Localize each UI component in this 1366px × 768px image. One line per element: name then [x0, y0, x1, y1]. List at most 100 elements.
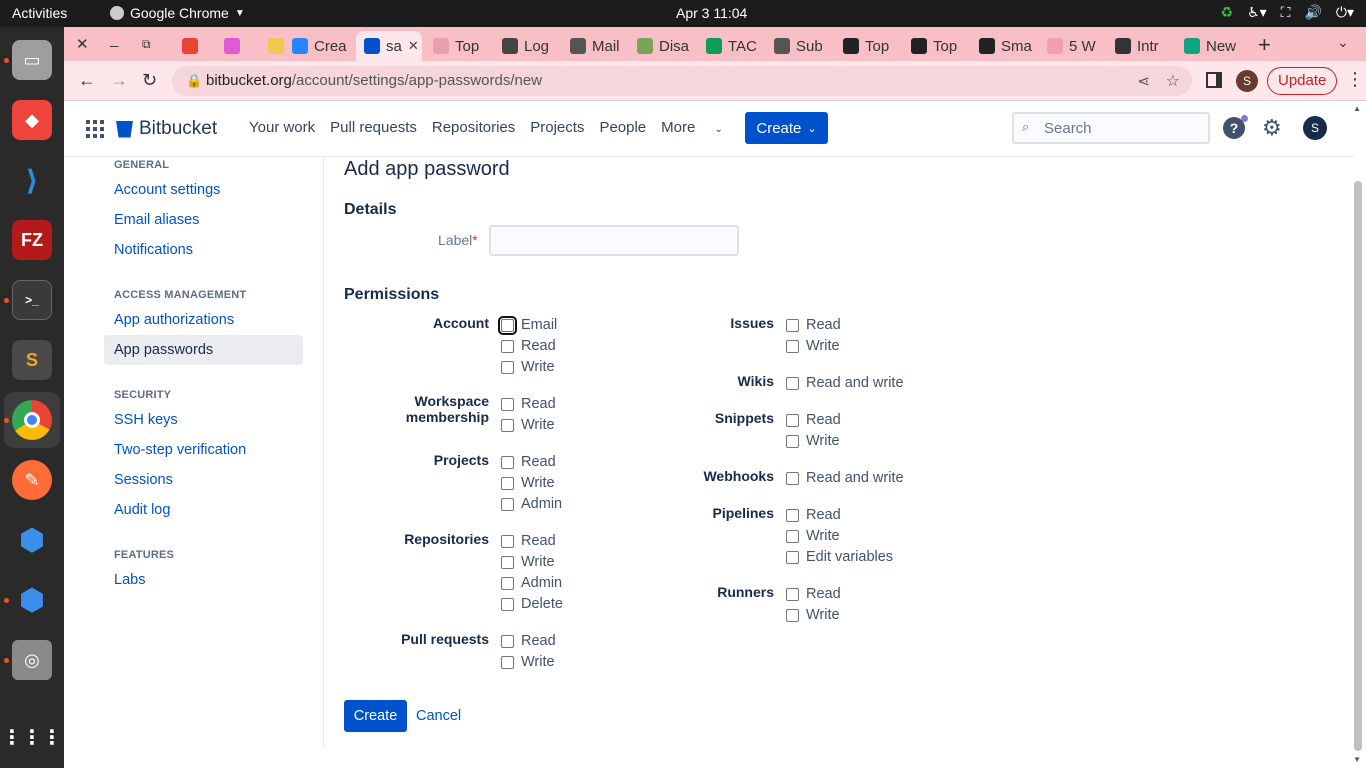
toolbox-2-icon[interactable]: ⬢ [12, 580, 52, 620]
sidebar-item-labs[interactable]: Labs [114, 572, 145, 588]
clock[interactable]: Apr 3 11:04 [676, 5, 747, 21]
bookmark-star-icon[interactable]: ☆ [1166, 71, 1180, 91]
checkbox-pipelines-read[interactable]: Read [786, 507, 841, 523]
browser-tab[interactable]: Sma [971, 31, 1037, 61]
sidebar-item-ssh-keys[interactable]: SSH keys [114, 412, 178, 428]
checkbox-pipelines-edit-variables[interactable]: Edit variables [786, 549, 893, 565]
checkbox-box[interactable] [786, 508, 799, 522]
browser-tab[interactable] [216, 31, 252, 61]
checkbox-box[interactable] [786, 550, 799, 564]
sidebar-item-app-passwords[interactable]: App passwords [104, 335, 303, 365]
checkbox-box[interactable] [501, 555, 514, 569]
browser-tab[interactable]: TAC [698, 31, 764, 61]
sidebar-item-audit-log[interactable]: Audit log [114, 502, 170, 518]
browser-tab[interactable]: Disa [629, 31, 695, 61]
checkbox-box[interactable] [786, 608, 799, 622]
checkbox-snippets-read[interactable]: Read [786, 412, 841, 428]
vscode-icon[interactable]: ⟩ [12, 160, 52, 200]
update-button[interactable]: Update [1267, 67, 1338, 95]
checkbox-box[interactable] [786, 587, 799, 601]
checkbox-box[interactable] [501, 476, 514, 490]
nav-pull-requests[interactable]: Pull requests [330, 119, 417, 136]
app-grid-icon[interactable]: ⋮⋮⋮ [2, 717, 62, 757]
browser-tab[interactable]: Top [425, 31, 491, 61]
sidebar-item-email-aliases[interactable]: Email aliases [114, 212, 199, 228]
search-input[interactable]: ⌕ Search [1012, 112, 1210, 144]
minimize-window-icon[interactable]: _ [110, 31, 118, 48]
checkbox-wikis-read-and-write[interactable]: Read and write [786, 375, 904, 391]
sidebar-item-account-settings[interactable]: Account settings [114, 182, 220, 198]
scroll-up-arrow-icon[interactable]: ▲ [1353, 104, 1361, 113]
sublime-text-icon[interactable]: S [12, 340, 52, 380]
tab-close-icon[interactable]: ✕ [408, 38, 419, 54]
sidebar-item-notifications[interactable]: Notifications [114, 242, 193, 258]
checkbox-issues-read[interactable]: Read [786, 317, 841, 333]
lock-icon[interactable]: 🔒 [186, 73, 202, 89]
page-scrollbar[interactable] [1354, 181, 1362, 751]
checkbox-account-read[interactable]: Read [501, 338, 556, 354]
toolbox-icon[interactable]: ⬢ [12, 520, 52, 560]
checkbox-account-email[interactable]: Email [498, 315, 557, 335]
create-menu-button[interactable]: Create ⌄ [745, 112, 828, 144]
checkbox-pipelines-write[interactable]: Write [786, 528, 840, 544]
new-tab-icon[interactable]: + [1258, 32, 1271, 58]
checkbox-workspace-write[interactable]: Write [501, 417, 555, 433]
reload-icon[interactable]: ↻ [142, 70, 157, 91]
checkbox-box[interactable] [501, 576, 514, 590]
checkbox-webhooks-read-and-write[interactable]: Read and write [786, 470, 904, 486]
checkbox-workspace-read[interactable]: Read [501, 396, 556, 412]
checkbox-pull-requests-write[interactable]: Write [501, 654, 555, 670]
checkbox-box[interactable] [501, 534, 514, 548]
checkbox-box[interactable] [501, 597, 514, 611]
checkbox-pull-requests-read[interactable]: Read [501, 633, 556, 649]
checkbox-box[interactable] [786, 471, 799, 485]
label-input[interactable] [489, 225, 739, 256]
nav-projects[interactable]: Projects [530, 119, 584, 136]
checkbox-box[interactable] [501, 634, 514, 648]
checkbox-runners-read[interactable]: Read [786, 586, 841, 602]
browser-tab[interactable] [174, 31, 210, 61]
activities-button[interactable]: Activities [12, 5, 67, 21]
checkbox-runners-write[interactable]: Write [786, 607, 840, 623]
checkbox-box[interactable] [501, 397, 514, 411]
nav-repositories[interactable]: Repositories [432, 119, 515, 136]
scroll-down-arrow-icon[interactable]: ▼ [1353, 755, 1361, 764]
chrome-icon[interactable] [12, 400, 52, 440]
browser-tab[interactable]: Top [835, 31, 901, 61]
app-switcher-icon[interactable] [86, 120, 104, 138]
checkbox-box[interactable] [501, 360, 514, 374]
close-window-icon[interactable]: ✕ [76, 35, 89, 53]
checkbox-box[interactable] [501, 497, 514, 511]
browser-tab[interactable]: Log [494, 31, 560, 61]
checkbox-box[interactable] [498, 315, 517, 335]
url-text[interactable]: bitbucket.org/account/settings/app-passw… [206, 72, 542, 89]
checkbox-box[interactable] [786, 318, 799, 332]
tab-search-chevron-icon[interactable]: ⌄ [1337, 34, 1349, 51]
sidebar-item-sessions[interactable]: Sessions [114, 472, 173, 488]
profile-avatar[interactable]: S [1236, 70, 1258, 92]
browser-tab[interactable]: 5 W [1039, 31, 1105, 61]
files-icon[interactable]: ▭ [12, 40, 52, 80]
disks-icon[interactable]: ◎ [12, 640, 52, 680]
checkbox-box[interactable] [501, 655, 514, 669]
checkbox-snippets-write[interactable]: Write [786, 433, 840, 449]
forward-arrow-icon[interactable]: → [110, 70, 128, 91]
postman-icon[interactable]: ✎ [12, 460, 52, 500]
sidebar-item-two-step[interactable]: Two-step verification [114, 442, 246, 458]
browser-menu-icon[interactable]: ⋮ [1346, 69, 1364, 90]
filezilla-icon[interactable]: FZ [12, 220, 52, 260]
nav-people[interactable]: People [599, 119, 646, 136]
checkbox-issues-write[interactable]: Write [786, 338, 840, 354]
checkbox-projects-write[interactable]: Write [501, 475, 555, 491]
cancel-button[interactable]: Cancel [416, 708, 461, 724]
checkbox-box[interactable] [501, 418, 514, 432]
checkbox-repositories-write[interactable]: Write [501, 554, 555, 570]
checkbox-projects-read[interactable]: Read [501, 454, 556, 470]
browser-tab[interactable]: Mail [562, 31, 628, 61]
user-avatar[interactable]: S [1303, 116, 1327, 140]
side-panel-icon[interactable] [1206, 72, 1222, 88]
checkbox-repositories-delete[interactable]: Delete [501, 596, 563, 612]
anydesk-icon[interactable]: ◆ [12, 100, 52, 140]
system-tray[interactable]: ♻ ♿▾ ⛶ 🔊 ⏻▾ [1221, 4, 1355, 21]
nav-more[interactable]: More ⌄ [661, 119, 738, 136]
